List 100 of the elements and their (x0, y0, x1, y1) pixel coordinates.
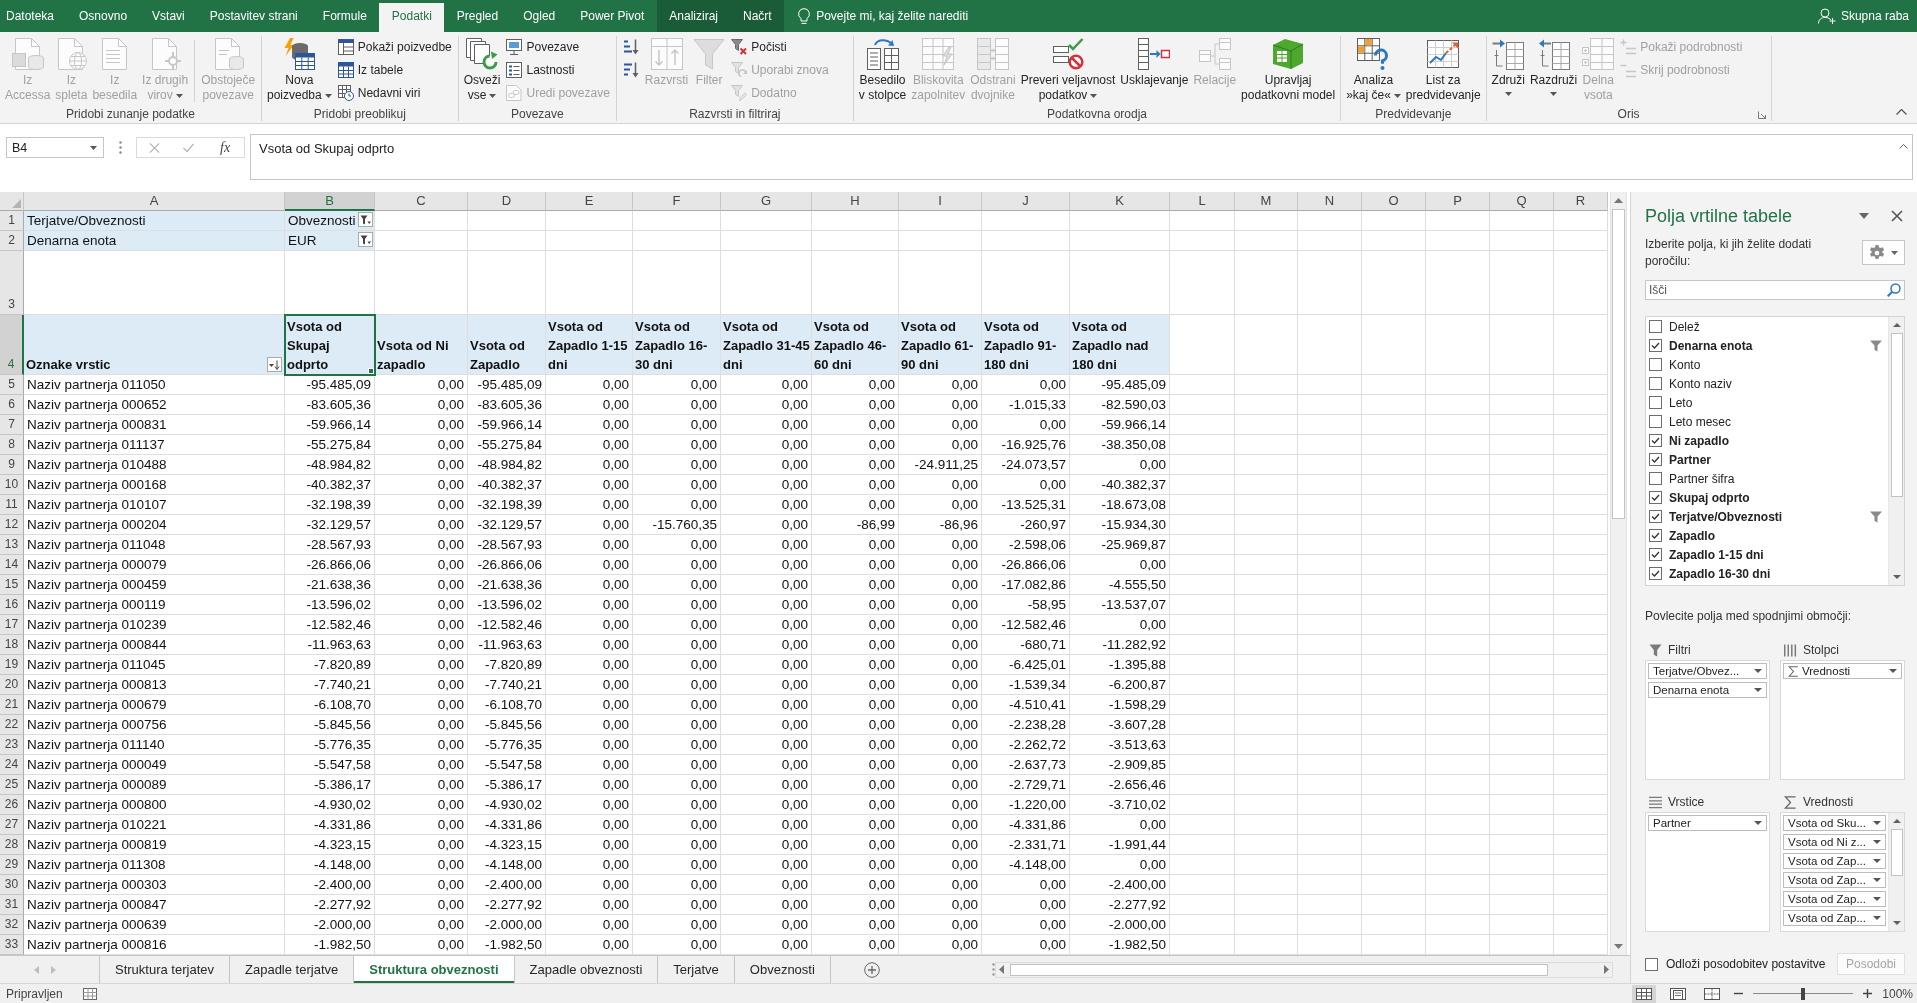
checkbox[interactable] (1649, 434, 1662, 447)
checkbox[interactable] (1649, 510, 1662, 523)
row-header[interactable]: 29 (0, 855, 24, 875)
formula-field[interactable]: Vsota od Skupaj odprto (250, 134, 1913, 180)
ribbon-button[interactable]: Analiza »kaj če« (1344, 36, 1403, 106)
vertical-scrollbar[interactable] (1610, 192, 1627, 955)
search-icon[interactable] (1887, 283, 1901, 297)
share-button[interactable]: Skupna raba (1813, 0, 1913, 32)
scrollbar-thumb[interactable] (1890, 333, 1903, 497)
column-header[interactable]: L (1170, 192, 1235, 211)
row-header[interactable]: 31 (0, 895, 24, 915)
checkbox[interactable] (1649, 396, 1662, 409)
plus-circle-icon[interactable] (863, 961, 880, 978)
insert-function-button[interactable]: fx (218, 139, 233, 156)
field-name[interactable]: Zapadlo 1-15 dni (1669, 547, 1888, 562)
ribbon-tab[interactable]: Ogled (510, 0, 568, 32)
field-name[interactable]: Partner šifra (1669, 471, 1888, 486)
ribbon-tab[interactable]: Podatki (379, 0, 445, 32)
checkbox[interactable] (1649, 567, 1662, 580)
drop-area[interactable]: Terjatve/Obvez... Denarna enota (1645, 660, 1770, 780)
vertical-scrollbar[interactable] (1888, 813, 1904, 931)
sort-filter-button[interactable] (267, 357, 282, 372)
checkbox[interactable] (1649, 472, 1662, 485)
row-header[interactable]: 14 (0, 555, 24, 575)
column-header[interactable]: C (375, 192, 468, 211)
ribbon-tab[interactable]: Načrt (730, 0, 785, 32)
column-header[interactable]: O (1362, 192, 1426, 211)
scroll-up-icon[interactable] (1614, 198, 1623, 203)
area-field[interactable]: Vrednosti (1783, 663, 1902, 679)
field-name[interactable]: Delež (1669, 319, 1888, 334)
scroll-up-icon[interactable] (1892, 819, 1901, 823)
row-header[interactable]: 30 (0, 875, 24, 895)
plus-icon[interactable] (1863, 989, 1873, 998)
checkbox[interactable] (1645, 957, 1658, 971)
row-header[interactable]: 1 (0, 211, 24, 231)
drop-area[interactable]: Partner (1645, 812, 1770, 932)
ribbon-tab[interactable]: Osnovno (66, 0, 140, 32)
checkbox[interactable] (1649, 358, 1662, 371)
dialog-launcher-icon[interactable] (1757, 111, 1766, 119)
column-header[interactable]: E (546, 192, 633, 211)
column-header[interactable]: I (899, 192, 982, 211)
ribbon-button[interactable]: Razdruži (1527, 36, 1580, 106)
row-header[interactable]: 26 (0, 795, 24, 815)
field-name[interactable]: Konto (1669, 357, 1888, 372)
checkbox[interactable] (1649, 415, 1662, 428)
checkbox[interactable] (1649, 453, 1662, 466)
row-header[interactable]: 18 (0, 635, 24, 655)
ribbon-button[interactable]: List za predvidevanje (1403, 36, 1483, 106)
ribbon-button[interactable]: Pokaži poizvedbe (334, 36, 455, 57)
ribbon-tab[interactable]: Vstavi (139, 0, 198, 32)
ribbon-button[interactable]: Usklajevanje (1118, 36, 1191, 106)
field-name[interactable]: Denarna enota (1669, 338, 1863, 353)
field-name[interactable]: Zapadlo (1669, 528, 1888, 543)
field-name[interactable]: Zapadlo 16-30 dni (1669, 566, 1888, 581)
row-header[interactable]: 6 (0, 395, 24, 415)
row-header[interactable]: 32 (0, 915, 24, 935)
search-field[interactable]: Išči (1645, 280, 1905, 300)
grid-view-icon[interactable] (1632, 984, 1657, 1003)
row-header[interactable]: 13 (0, 535, 24, 555)
column-header[interactable]: K (1070, 192, 1170, 211)
ribbon-tab[interactable]: Power Pivot (567, 0, 657, 32)
name-box[interactable]: B4 (6, 137, 104, 158)
row-header[interactable]: 4 (0, 315, 24, 375)
grid-icon[interactable] (82, 987, 97, 1000)
field-name[interactable]: Konto naziv (1669, 376, 1888, 391)
field-name[interactable]: Skupaj odprto (1669, 490, 1888, 505)
filter-button[interactable] (358, 232, 373, 247)
ribbon-tab[interactable]: Datoteka (0, 0, 67, 32)
ribbon-button[interactable]: Lastnosti (503, 59, 613, 80)
column-header[interactable]: B (285, 192, 375, 211)
row-header[interactable]: 15 (0, 575, 24, 595)
close-icon[interactable] (1891, 210, 1903, 222)
fill-handle[interactable] (368, 368, 374, 374)
ribbon-button[interactable]: Preveri veljavnost podatkov (1018, 36, 1118, 106)
checkbox[interactable] (1649, 339, 1662, 352)
area-field[interactable]: Vsota od Ni z... (1783, 834, 1886, 850)
scrollbar-thumb[interactable] (1890, 829, 1903, 876)
ribbon-button[interactable]: Povezave (503, 36, 613, 57)
ribbon-button[interactable]: Upravljaj podatkovni model (1239, 36, 1338, 106)
vertical-scrollbar[interactable] (1888, 317, 1904, 585)
column-header[interactable]: Q (1490, 192, 1554, 211)
checkbox[interactable] (1649, 320, 1662, 333)
ribbon-button[interactable]: Besedilo v stolpce (856, 36, 909, 106)
scroll-down-icon[interactable] (1892, 575, 1901, 579)
collapse-ribbon-icon[interactable] (1896, 109, 1907, 115)
field-name[interactable]: Partner (1669, 452, 1888, 467)
area-field[interactable]: Terjatve/Obvez... (1648, 663, 1767, 679)
check-icon[interactable] (183, 142, 195, 153)
checkbox[interactable] (1649, 548, 1662, 561)
scroll-up-icon[interactable] (1892, 323, 1901, 327)
page-break-icon[interactable] (1704, 987, 1721, 1000)
field-name[interactable]: Terjatve/Obveznosti (1669, 509, 1863, 524)
row-header[interactable]: 7 (0, 415, 24, 435)
row-header[interactable]: 24 (0, 755, 24, 775)
row-header[interactable]: 9 (0, 455, 24, 475)
checkbox[interactable] (1649, 491, 1662, 504)
column-header[interactable]: G (721, 192, 812, 211)
drag-handle-icon[interactable] (991, 963, 995, 976)
area-field[interactable]: Vsota od Zap... (1783, 910, 1886, 926)
page-layout-icon[interactable] (1670, 987, 1687, 1000)
